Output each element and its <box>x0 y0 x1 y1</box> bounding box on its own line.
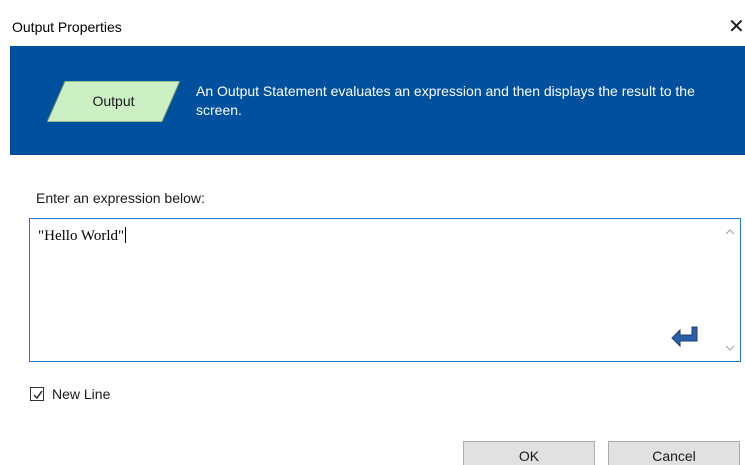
banner-description: An Output Statement evaluates an express… <box>196 83 695 118</box>
dialog-title: Output Properties <box>12 19 122 35</box>
new-line-checkbox[interactable] <box>30 387 44 401</box>
chevron-down-icon[interactable] <box>723 341 737 355</box>
output-properties-dialog: Output Properties ✕ Output An Output Sta… <box>0 0 745 465</box>
output-shape-label: Output <box>92 93 135 109</box>
info-banner: Output An Output Statement evaluates an … <box>10 46 745 155</box>
text-caret <box>125 227 127 243</box>
vertical-scrollbar[interactable] <box>720 219 740 361</box>
expression-label: Enter an expression below: <box>36 190 205 206</box>
enter-key-icon[interactable] <box>670 325 702 349</box>
title-bar: Output Properties ✕ <box>0 0 745 45</box>
cancel-button[interactable]: Cancel <box>608 441 740 465</box>
ok-button[interactable]: OK <box>463 441 595 465</box>
checkmark-icon <box>33 390 43 400</box>
close-button[interactable]: ✕ <box>728 12 745 40</box>
expression-text[interactable]: "Hello World" <box>38 227 127 245</box>
expression-input[interactable]: "Hello World" <box>29 218 741 362</box>
new-line-label: New Line <box>52 386 111 402</box>
chevron-up-icon[interactable] <box>723 225 737 239</box>
